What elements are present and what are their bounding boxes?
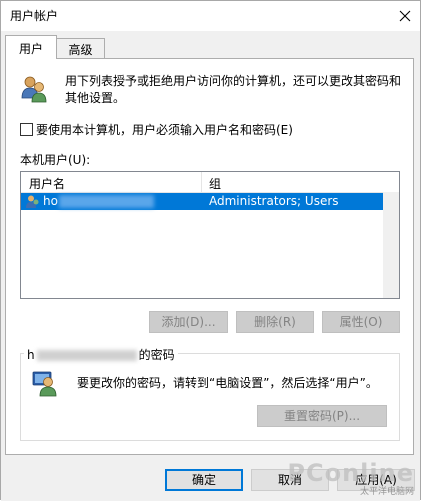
table-row[interactable]: ho Administrators; Users bbox=[21, 193, 385, 210]
password-groupbox-title: h 的密码 bbox=[24, 346, 178, 363]
close-button[interactable] bbox=[390, 1, 420, 31]
window-title: 用户帐户 bbox=[10, 9, 59, 23]
password-groupbox bbox=[20, 353, 400, 441]
password-instructions: 要更改你的密码，请转到“电脑设置”，然后选择“用户”。 bbox=[77, 376, 378, 390]
password-title-prefix: h bbox=[27, 348, 35, 362]
redacted-username bbox=[36, 350, 137, 361]
watermark-logo: PConline bbox=[287, 459, 414, 487]
password-title-suffix: 的密码 bbox=[138, 348, 175, 362]
user-password-icon bbox=[32, 371, 57, 397]
users-icon bbox=[21, 76, 47, 103]
column-header-username[interactable]: 用户名 bbox=[29, 175, 65, 192]
remove-user-button[interactable]: 删除(R) bbox=[236, 311, 314, 333]
close-icon bbox=[399, 10, 411, 22]
intro-text: 用下列表授予或拒绝用户访问你的计算机，还可以更改其密码和其他设置。 bbox=[65, 74, 402, 105]
user-accounts-dialog: 用户帐户 用户 高级 用下列表授予或拒绝用户访问你的计算机，还可以更改其密码和其… bbox=[0, 0, 421, 501]
users-list[interactable]: 用户名 组 ho Administrators; Users bbox=[20, 171, 400, 299]
local-users-label: 本机用户(U): bbox=[20, 153, 91, 167]
require-login-label[interactable]: 要使用本计算机，用户必须输入用户名和密码(E) bbox=[36, 121, 293, 138]
ok-button[interactable]: 确定 bbox=[165, 469, 243, 491]
add-user-button[interactable]: 添加(D)... bbox=[149, 311, 228, 333]
title-bar: 用户帐户 bbox=[1, 1, 420, 31]
column-separator[interactable] bbox=[201, 172, 202, 192]
tab-advanced[interactable]: 高级 bbox=[56, 38, 105, 58]
column-header-group[interactable]: 组 bbox=[209, 175, 221, 192]
users-list-header: 用户名 组 bbox=[21, 172, 399, 193]
watermark: PConline 太平洋电脑网 bbox=[287, 459, 414, 497]
user-icon bbox=[26, 195, 39, 208]
users-list-scrollbar[interactable] bbox=[383, 192, 399, 298]
reset-password-button[interactable]: 重置密码(P)... bbox=[257, 405, 387, 427]
require-login-checkbox[interactable] bbox=[20, 123, 33, 136]
properties-button[interactable]: 属性(O) bbox=[322, 311, 400, 333]
row-group: Administrators; Users bbox=[209, 194, 339, 208]
redacted-username bbox=[59, 195, 154, 208]
tab-users[interactable]: 用户 bbox=[5, 35, 57, 59]
